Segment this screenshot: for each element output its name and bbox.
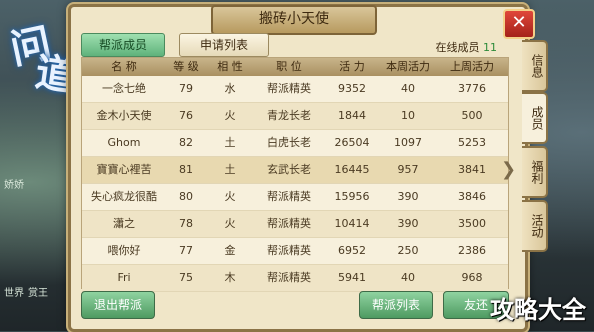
close-button[interactable]: ✕ xyxy=(503,9,535,39)
cell-last-week-vitality: 3841 xyxy=(458,163,486,176)
cell-position: 帮派精英 xyxy=(267,190,311,203)
col-position: 职 位 xyxy=(276,60,302,73)
col-element: 相 性 xyxy=(217,60,243,73)
table-row[interactable]: 寶寶心裡苦 81 土 玄武长老 16445 957 3841 xyxy=(82,157,508,184)
guild-list-button[interactable]: 帮派列表 xyxy=(359,291,433,319)
cell-level: 79 xyxy=(179,82,193,95)
table-row[interactable]: 一念七绝 79 水 帮派精英 9352 40 3776 xyxy=(82,76,508,103)
cell-last-week-vitality: 3846 xyxy=(458,190,486,203)
bg-text-3: 赏王 xyxy=(28,288,48,299)
tab-applications[interactable]: 申请列表 xyxy=(179,33,269,57)
online-count: 在线成员 11 xyxy=(436,39,498,55)
cell-name: Ghom xyxy=(107,136,141,149)
cell-level: 82 xyxy=(179,136,193,149)
tab-members[interactable]: 帮派成员 xyxy=(81,33,165,57)
cell-vitality: 5941 xyxy=(338,271,366,284)
bg-text-2: 世界 xyxy=(4,288,24,299)
bg-text-1: 娇娇 xyxy=(4,180,24,191)
col-level: 等 级 xyxy=(173,60,199,73)
cell-level: 78 xyxy=(179,217,193,230)
cell-last-week-vitality: 500 xyxy=(461,109,483,122)
cell-element: 木 xyxy=(224,271,236,284)
cell-position: 帮派精英 xyxy=(267,82,311,95)
table-row[interactable]: 喂你好 77 金 帮派精英 6952 250 2386 xyxy=(82,238,508,265)
table-row[interactable]: Ghom 82 土 白虎长老 26504 1097 5253 xyxy=(82,130,508,157)
cell-week-vitality: 1097 xyxy=(394,136,422,149)
cell-last-week-vitality: 3776 xyxy=(458,82,486,95)
cell-name: 瀟之 xyxy=(113,217,135,230)
cell-position: 白虎长老 xyxy=(267,136,311,149)
cell-position: 帮派精英 xyxy=(267,244,311,257)
cell-last-week-vitality: 2386 xyxy=(458,244,486,257)
cell-vitality: 26504 xyxy=(334,136,370,149)
cell-week-vitality: 40 xyxy=(401,82,415,95)
table-row[interactable]: Fri 75 木 帮派精英 5941 40 968 xyxy=(82,265,508,292)
cell-week-vitality: 390 xyxy=(397,190,419,203)
cell-week-vitality: 390 xyxy=(397,217,419,230)
cell-element: 土 xyxy=(224,163,236,176)
cell-last-week-vitality: 968 xyxy=(461,271,483,284)
table-row[interactable]: 瀟之 78 火 帮派精英 10414 390 3500 xyxy=(82,211,508,238)
cell-element: 土 xyxy=(224,136,236,149)
cell-vitality: 16445 xyxy=(334,163,370,176)
cell-level: 81 xyxy=(179,163,193,176)
cell-name: 金木小天使 xyxy=(96,109,152,122)
side-tab-welfare[interactable]: 福利 xyxy=(522,146,548,198)
cell-element: 火 xyxy=(224,109,236,122)
watermark: 攻略大全 xyxy=(490,296,586,324)
guild-panel: 搬砖小天使 ✕ 帮派成员 申请列表 在线成员 11 名 称 等 级 相 性 职 … xyxy=(68,4,535,332)
cell-element: 火 xyxy=(224,217,236,230)
cell-week-vitality: 10 xyxy=(401,109,415,122)
cell-position: 青龙长老 xyxy=(267,109,311,122)
cell-week-vitality: 957 xyxy=(397,163,419,176)
cell-vitality: 1844 xyxy=(338,109,366,122)
table-row[interactable]: 金木小天使 76 火 青龙长老 1844 10 500 xyxy=(82,103,508,130)
online-number: 11 xyxy=(483,41,497,54)
cell-name: 一念七绝 xyxy=(102,82,146,95)
member-table: 名 称 等 级 相 性 职 位 活 力 本周活力 上周活力 一念七绝 79 水帮派精… xyxy=(81,57,509,292)
cell-name: 失心疯龙很酷 xyxy=(91,190,157,203)
cell-vitality: 15956 xyxy=(334,190,370,203)
cell-position: 玄武长老 xyxy=(267,163,311,176)
col-vitality: 活 力 xyxy=(339,60,365,73)
table-header: 名 称 等 级 相 性 职 位 活 力 本周活力 上周活力 xyxy=(82,58,508,76)
cell-last-week-vitality: 5253 xyxy=(458,136,486,149)
side-tab-info[interactable]: 信息 xyxy=(522,40,548,92)
cell-name: 喂你好 xyxy=(107,244,141,257)
cell-level: 76 xyxy=(179,109,193,122)
cell-position: 帮派精英 xyxy=(267,217,311,230)
cell-element: 金 xyxy=(224,244,236,257)
side-tab-activity[interactable]: 活动 xyxy=(522,200,548,252)
cell-level: 75 xyxy=(179,271,193,284)
cell-level: 77 xyxy=(179,244,193,257)
cell-element: 水 xyxy=(224,82,236,95)
cell-position: 帮派精英 xyxy=(267,271,311,284)
col-last-week-vitality: 上周活力 xyxy=(450,60,494,73)
side-tab-members[interactable]: 成员 xyxy=(522,92,548,144)
cell-week-vitality: 250 xyxy=(397,244,419,257)
table-row[interactable]: 失心疯龙很酷 80 火 帮派精英 15956 390 3846 xyxy=(82,184,508,211)
cell-vitality: 6952 xyxy=(338,244,366,257)
leave-guild-button[interactable]: 退出帮派 xyxy=(81,291,155,319)
cell-element: 火 xyxy=(224,190,236,203)
online-label: 在线成员 xyxy=(435,41,480,54)
cell-level: 80 xyxy=(179,190,193,203)
chevron-right-icon[interactable]: ❯ xyxy=(501,159,516,180)
col-name: 名 称 xyxy=(111,60,137,73)
cell-name: 寶寶心裡苦 xyxy=(96,163,152,176)
panel-title: 搬砖小天使 xyxy=(211,5,377,35)
cell-vitality: 9352 xyxy=(338,82,366,95)
cell-last-week-vitality: 3500 xyxy=(458,217,486,230)
cell-week-vitality: 40 xyxy=(401,271,415,284)
col-week-vitality: 本周活力 xyxy=(386,60,430,73)
cell-vitality: 10414 xyxy=(334,217,370,230)
cell-name: Fri xyxy=(117,271,131,284)
